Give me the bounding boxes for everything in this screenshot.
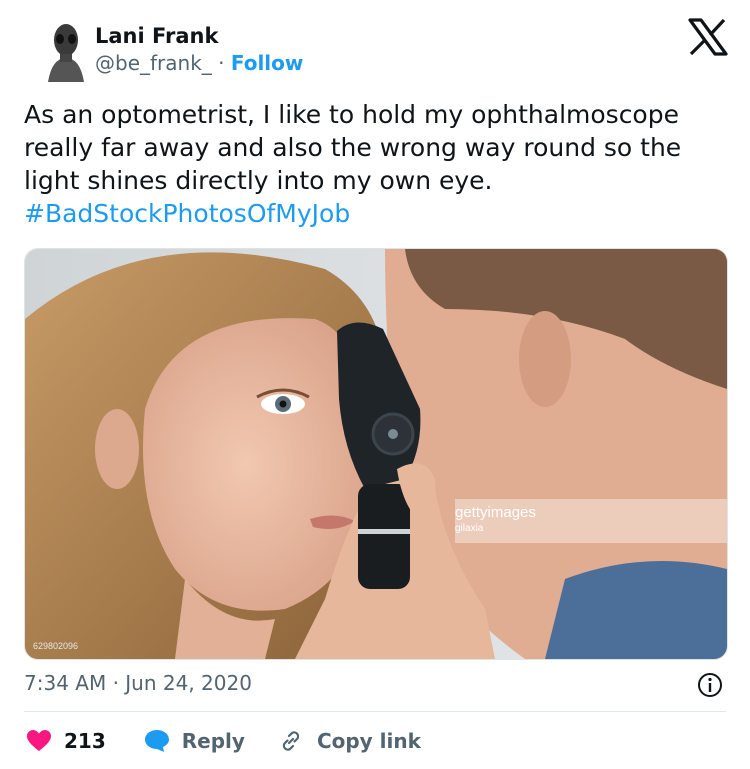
- heart-icon: [27, 730, 51, 751]
- reply-label: Reply: [181, 729, 245, 753]
- getty-watermark: gettyimages gilaxia: [455, 504, 536, 534]
- reply-button[interactable]: Reply: [144, 729, 245, 753]
- tweet-body: As an optometrist, I like to hold my oph…: [24, 100, 682, 195]
- author-handle[interactable]: @be_frank_: [95, 51, 212, 75]
- speech-bubble-icon: [144, 730, 169, 752]
- watermark-credit: gilaxia: [455, 523, 484, 534]
- watermark-brand: gettyimages: [455, 504, 536, 521]
- tweet-text: As an optometrist, I like to hold my oph…: [24, 98, 729, 230]
- tweet-actions: 213 Reply Copy link: [26, 726, 421, 756]
- info-icon[interactable]: [696, 671, 724, 699]
- copy-link-button[interactable]: Copy link: [277, 727, 421, 755]
- actions-divider: [24, 711, 726, 712]
- tweet-hashtag[interactable]: #BadStockPhotosOfMyJob: [24, 199, 350, 228]
- author-name[interactable]: Lani Frank: [95, 24, 218, 48]
- tweet-timestamp[interactable]: 7:34 AM · Jun 24, 2020: [24, 671, 252, 695]
- tweet-photo[interactable]: gettyimages gilaxia 629802096: [24, 248, 728, 660]
- link-icon: [282, 731, 300, 751]
- author-handle-line: @be_frank_ · Follow: [95, 51, 303, 75]
- x-logo-icon[interactable]: [688, 18, 728, 56]
- copy-link-label: Copy link: [316, 729, 421, 753]
- like-count: 213: [64, 729, 106, 753]
- handle-separator: ·: [218, 51, 225, 75]
- author-avatar[interactable]: [44, 22, 88, 82]
- like-button[interactable]: 213: [26, 729, 106, 753]
- follow-button[interactable]: Follow: [231, 51, 304, 75]
- watermark-id: 629802096: [33, 641, 79, 651]
